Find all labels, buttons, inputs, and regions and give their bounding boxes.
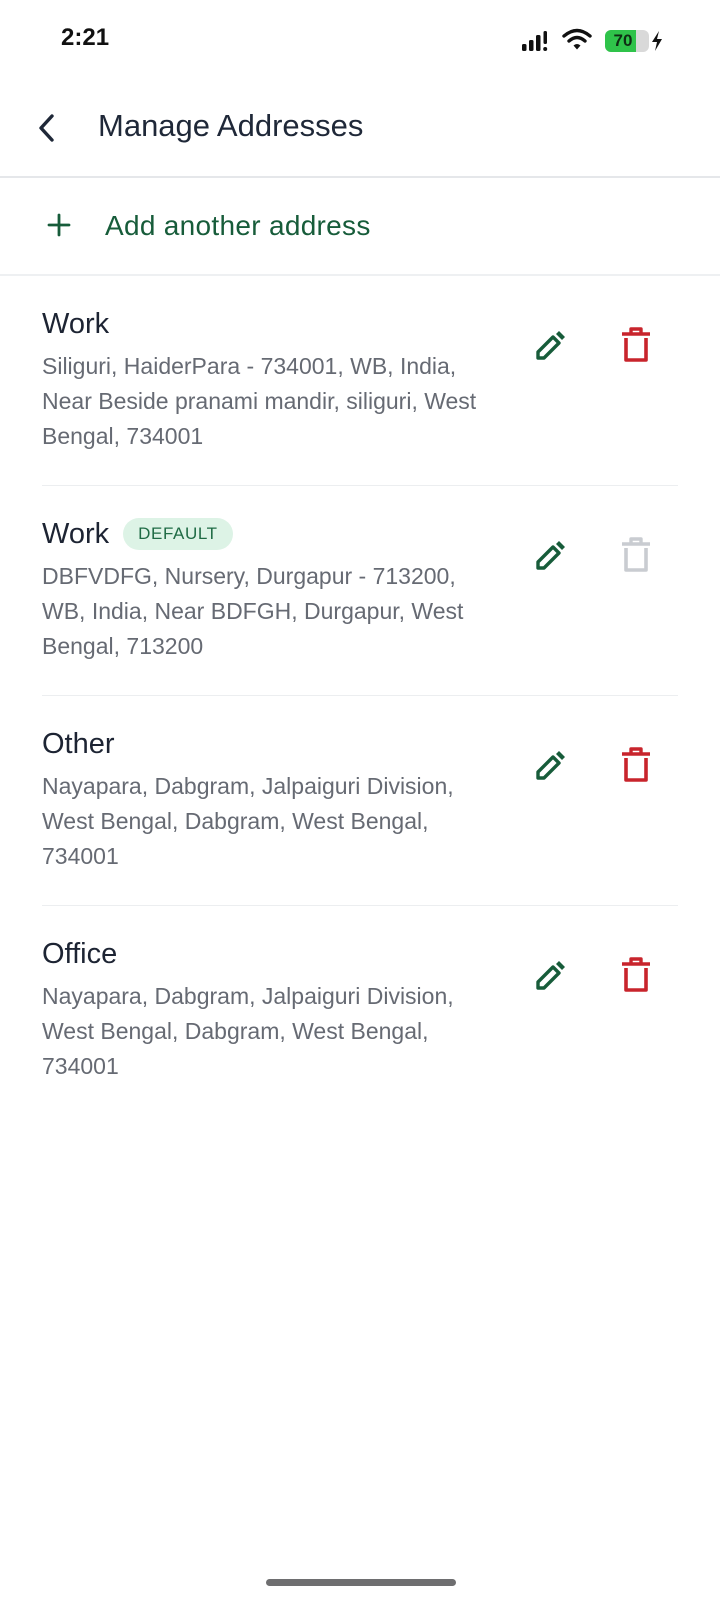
trash-icon: [622, 957, 650, 992]
add-another-address-label: Add another address: [105, 210, 371, 241]
delete-address-button[interactable]: [619, 956, 653, 994]
page-title: Manage Addresses: [98, 108, 364, 143]
pencil-icon: [536, 541, 565, 570]
battery-icon: 70: [605, 30, 649, 52]
address-item: Work DEFAULT DBFVDFG, Nursery, Durgapur …: [42, 486, 678, 696]
address-title-row: Office: [42, 936, 117, 972]
pencil-icon: [536, 331, 565, 360]
signal-icon: [522, 31, 548, 51]
edit-address-button[interactable]: [532, 958, 568, 994]
address-text: Siliguri, HaiderPara - 734001, WB, India…: [42, 353, 477, 449]
pencil-icon: [536, 751, 565, 780]
default-badge: DEFAULT: [123, 518, 233, 550]
status-bar: 2:21 70: [0, 0, 720, 82]
back-button[interactable]: [30, 106, 70, 150]
address-text: DBFVDFG, Nursery, Durgapur - 713200, WB,…: [42, 563, 464, 659]
address-item: Work Siliguri, HaiderPara - 734001, WB, …: [42, 276, 678, 486]
address-title: Work: [42, 517, 110, 550]
delete-address-button: [619, 536, 653, 574]
address-item: Office Nayapara, Dabgram, Jalpaiguri Div…: [42, 906, 678, 1116]
trash-icon: [622, 327, 650, 362]
address-title-row: Work DEFAULT: [42, 516, 233, 552]
pencil-icon: [536, 961, 565, 990]
status-time: 2:21: [61, 24, 110, 51]
plus-icon: [47, 213, 71, 237]
trash-icon: [622, 537, 650, 572]
app-header: Manage Addresses: [0, 82, 720, 178]
add-another-address-button[interactable]: Add another address: [0, 178, 720, 276]
home-indicator[interactable]: [266, 1579, 456, 1586]
wifi-icon: [562, 28, 592, 50]
address-text: Nayapara, Dabgram, Jalpaiguri Division, …: [42, 983, 454, 1079]
address-list: Work Siliguri, HaiderPara - 734001, WB, …: [0, 276, 720, 1116]
trash-icon: [622, 747, 650, 782]
delete-address-button[interactable]: [619, 746, 653, 784]
address-title-row: Other: [42, 726, 115, 762]
edit-address-button[interactable]: [532, 328, 568, 364]
address-title-row: Work: [42, 306, 109, 342]
edit-address-button[interactable]: [532, 748, 568, 784]
address-title: Other: [42, 727, 115, 760]
status-icons: 70: [522, 27, 662, 55]
address-title: Office: [42, 937, 118, 970]
address-text: Nayapara, Dabgram, Jalpaiguri Division, …: [42, 773, 454, 869]
chevron-left-icon: [39, 114, 54, 142]
address-title: Work: [42, 307, 110, 340]
battery-level-text: 70: [613, 31, 633, 50]
address-item: Other Nayapara, Dabgram, Jalpaiguri Divi…: [42, 696, 678, 906]
edit-address-button[interactable]: [532, 538, 568, 574]
charging-bolt-icon: [652, 31, 662, 51]
delete-address-button[interactable]: [619, 326, 653, 364]
